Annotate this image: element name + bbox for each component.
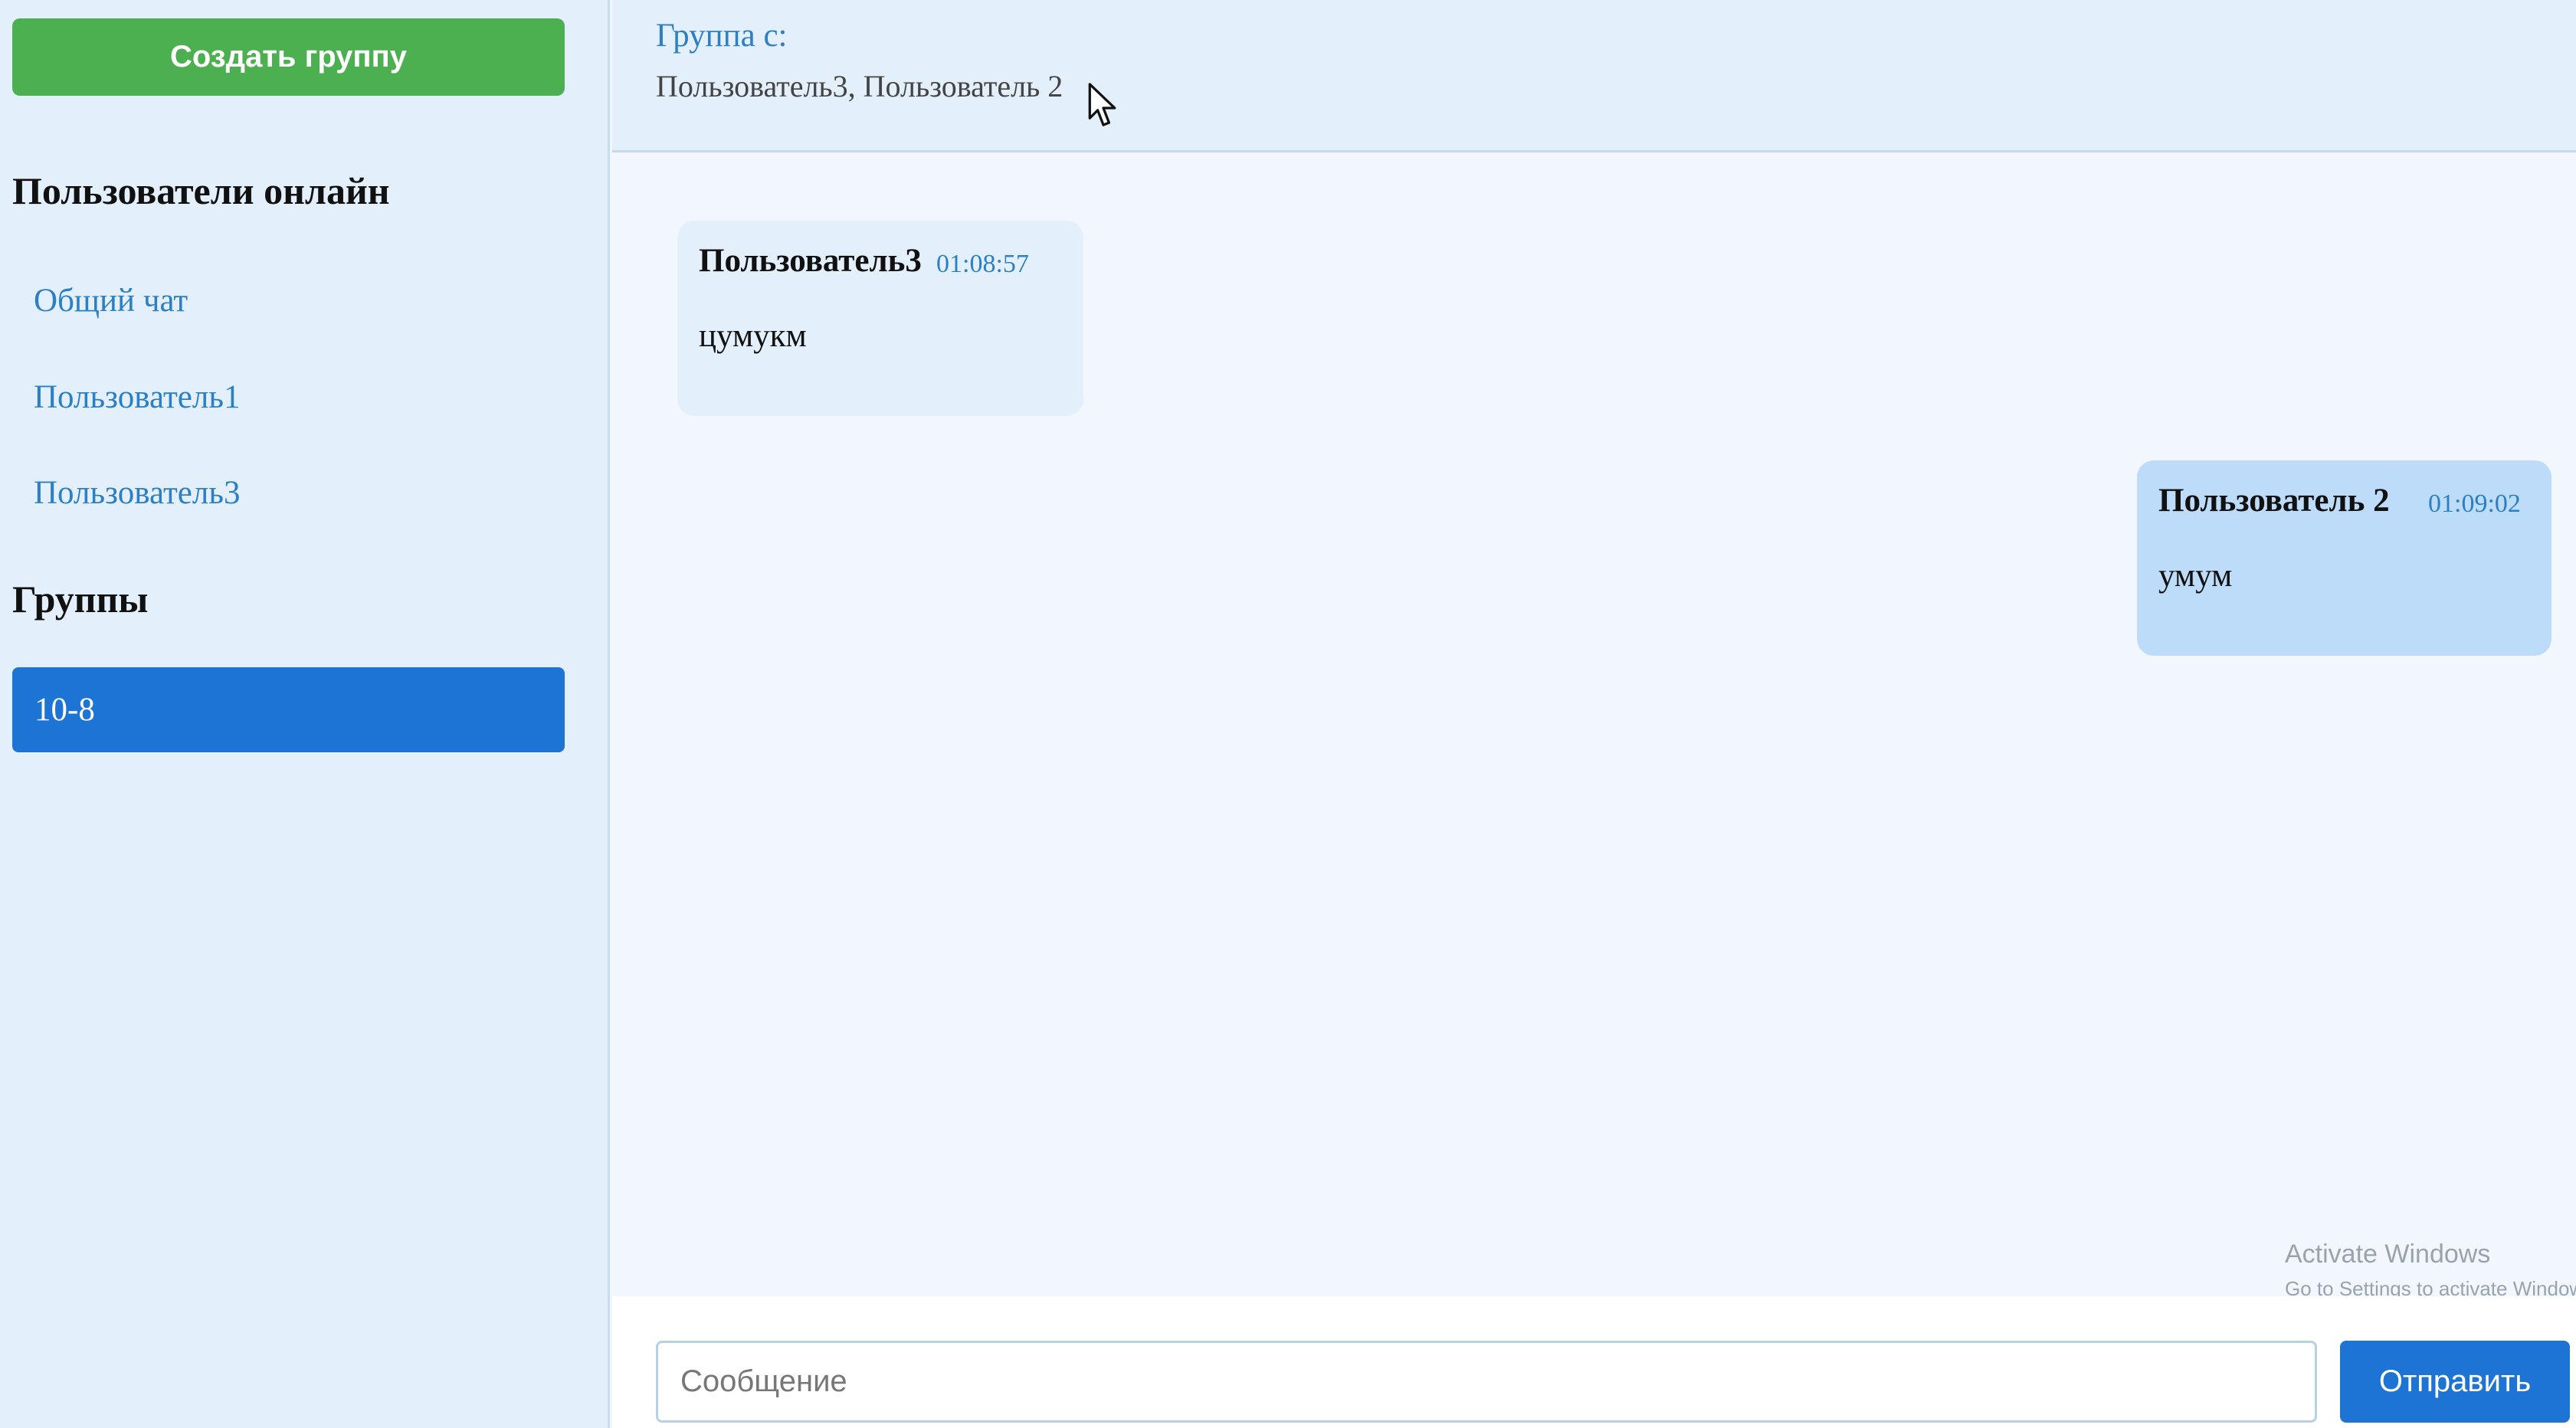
send-button[interactable]: Отправить bbox=[2340, 1341, 2570, 1423]
message-input[interactable] bbox=[656, 1341, 2317, 1423]
chat-header-label: Группа с: bbox=[656, 18, 788, 54]
message-list: Пользователь3 01:08:57 цумукм Пользовате… bbox=[612, 155, 2576, 1296]
sidebar-item-general-chat[interactable]: Общий чат bbox=[34, 282, 188, 319]
sidebar-item-user3[interactable]: Пользователь3 bbox=[34, 474, 240, 512]
message-composer: Отправить bbox=[612, 1296, 2576, 1428]
sidebar-group-10-8[interactable]: 10-8 bbox=[12, 667, 565, 752]
group-label: 10-8 bbox=[34, 692, 95, 728]
create-group-button[interactable]: Создать группу bbox=[12, 18, 565, 96]
message-author: Пользователь3 bbox=[699, 243, 922, 279]
message-time: 01:08:57 bbox=[936, 250, 1029, 278]
activate-windows-title: Activate Windows bbox=[2285, 1240, 2491, 1269]
mouse-pointer-icon bbox=[1087, 82, 1119, 133]
sidebar-item-user1[interactable]: Пользователь1 bbox=[34, 378, 240, 416]
message-text: цумукм bbox=[699, 318, 807, 354]
chat-header-members: Пользователь3, Пользователь 2 bbox=[656, 69, 1064, 103]
message-time: 01:09:02 bbox=[2428, 490, 2521, 518]
sidebar: Создать группу Пользователи онлайн Общий… bbox=[0, 0, 610, 1428]
message-outgoing: Пользователь 2 01:09:02 умум bbox=[2137, 460, 2551, 656]
chat-app: Создать группу Пользователи онлайн Общий… bbox=[0, 0, 2576, 1428]
chat-main: Группа с: Пользователь3, Пользователь 2 … bbox=[612, 0, 2576, 1428]
message-author: Пользователь 2 bbox=[2158, 483, 2390, 519]
message-text: умум bbox=[2158, 558, 2233, 594]
groups-heading: Группы bbox=[12, 578, 149, 621]
online-users-heading: Пользователи онлайн bbox=[12, 169, 390, 212]
chat-header: Группа с: Пользователь3, Пользователь 2 bbox=[612, 0, 2576, 152]
message-incoming: Пользователь3 01:08:57 цумукм bbox=[677, 221, 1083, 416]
